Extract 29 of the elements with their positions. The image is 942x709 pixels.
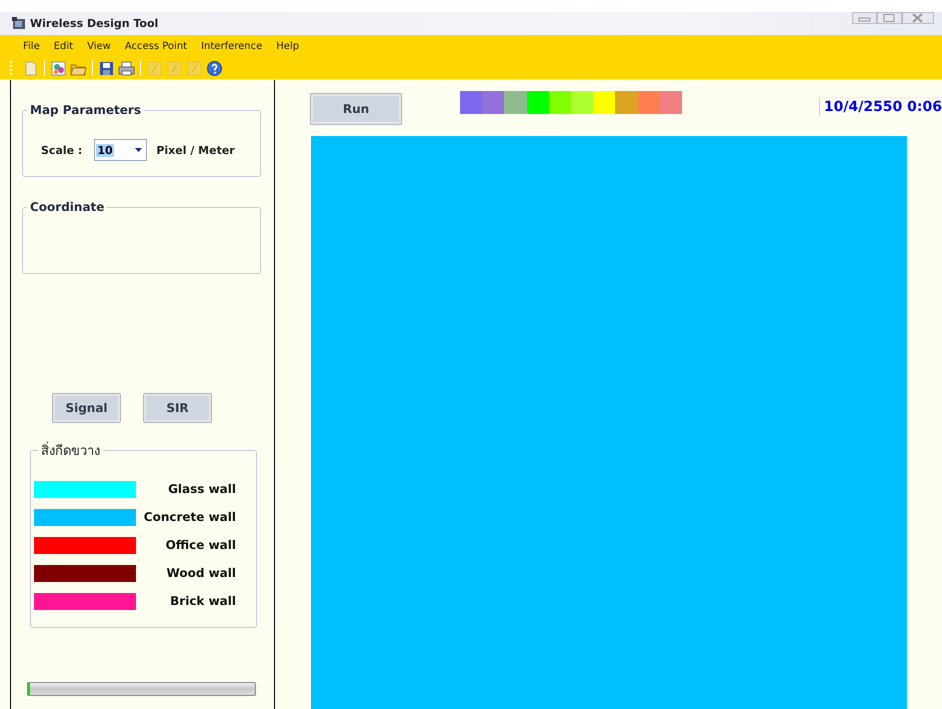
date-time: 10/4/2550 0:06 bbox=[818, 97, 942, 116]
wall-label: Office wall bbox=[164, 538, 237, 552]
wall-label: Glass wall bbox=[167, 482, 237, 496]
minimize-button[interactable] bbox=[852, 12, 877, 24]
help-icon[interactable] bbox=[206, 60, 223, 76]
printer-icon[interactable] bbox=[118, 60, 135, 76]
group-title: Coordinate bbox=[29, 200, 106, 214]
close-button[interactable] bbox=[902, 12, 934, 24]
unit-label: Pixel / Meter bbox=[156, 144, 235, 156]
app-icon bbox=[12, 17, 26, 30]
menu-item[interactable]: File bbox=[16, 40, 47, 52]
run-button[interactable]: Run bbox=[310, 93, 402, 125]
view-button[interactable]: Signal bbox=[52, 393, 121, 423]
group-title: สิ่งกีดขวาง bbox=[38, 440, 103, 461]
menu-item[interactable]: Edit bbox=[46, 40, 80, 52]
menu-item[interactable]: Interference bbox=[194, 40, 270, 52]
view-button[interactable]: SIR bbox=[143, 393, 212, 423]
menu-item[interactable]: View bbox=[80, 40, 118, 52]
scale-label: Scale : bbox=[41, 144, 82, 156]
maximize-button[interactable] bbox=[877, 12, 902, 24]
window-title: Wireless Design Tool bbox=[30, 17, 158, 30]
scale-dropdown[interactable]: 10 bbox=[94, 139, 148, 161]
menu-item[interactable]: Help bbox=[269, 40, 306, 52]
colorful-picture-icon[interactable] bbox=[50, 60, 67, 76]
wall-label: Wood wall bbox=[166, 566, 237, 580]
menu-item[interactable]: Access Point bbox=[118, 40, 194, 52]
wall-label: Brick wall bbox=[169, 594, 237, 608]
group-title: Map Parameters bbox=[29, 103, 142, 117]
wall-label: Concrete wall bbox=[142, 510, 237, 524]
